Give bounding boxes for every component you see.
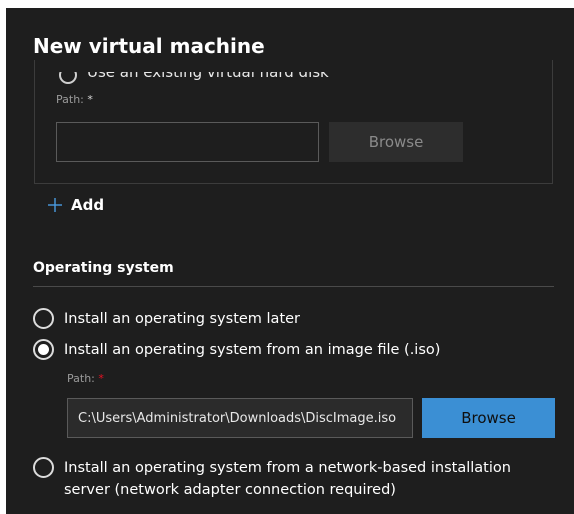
disk-path-label: Path: * xyxy=(56,93,93,106)
os-option-iso[interactable]: Install an operating system from an imag… xyxy=(33,339,440,361)
iso-path-input[interactable] xyxy=(67,398,413,438)
os-option-network[interactable]: Install an operating system from a netwo… xyxy=(33,457,534,501)
iso-browse-button[interactable]: Browse xyxy=(422,398,555,438)
os-later-radio[interactable] xyxy=(33,308,54,329)
iso-path-required-marker: * xyxy=(98,372,104,385)
iso-path-label-text: Path: xyxy=(67,372,95,385)
disk-path-required-marker: * xyxy=(87,93,93,106)
os-network-radio[interactable] xyxy=(33,457,54,478)
new-vm-panel: New virtual machine Use an existing virt… xyxy=(6,8,574,514)
disk-section-box: Use an existing virtual hard disk Path: … xyxy=(34,60,553,184)
os-network-label: Install an operating system from a netwo… xyxy=(64,460,511,498)
plus-icon xyxy=(48,198,62,212)
section-divider xyxy=(33,286,554,287)
os-iso-radio[interactable] xyxy=(33,339,54,360)
use-existing-disk-radio[interactable] xyxy=(59,72,77,84)
add-label: Add xyxy=(71,196,105,214)
disk-path-label-text: Path: xyxy=(56,93,84,106)
disk-browse-button[interactable]: Browse xyxy=(329,122,463,162)
disk-path-input[interactable] xyxy=(56,122,319,162)
dialog-title: New virtual machine xyxy=(33,34,265,58)
use-existing-disk-option[interactable]: Use an existing virtual hard disk xyxy=(59,72,329,86)
iso-path-label: Path: * xyxy=(67,372,104,385)
os-iso-label: Install an operating system from an imag… xyxy=(64,342,441,358)
add-button[interactable]: Add xyxy=(47,196,104,214)
os-later-label: Install an operating system later xyxy=(64,311,301,327)
window-frame: New virtual machine Use an existing virt… xyxy=(6,0,574,514)
operating-system-heading: Operating system xyxy=(33,260,174,276)
use-existing-disk-label: Use an existing virtual hard disk xyxy=(87,72,329,81)
os-option-later[interactable]: Install an operating system later xyxy=(33,308,300,330)
